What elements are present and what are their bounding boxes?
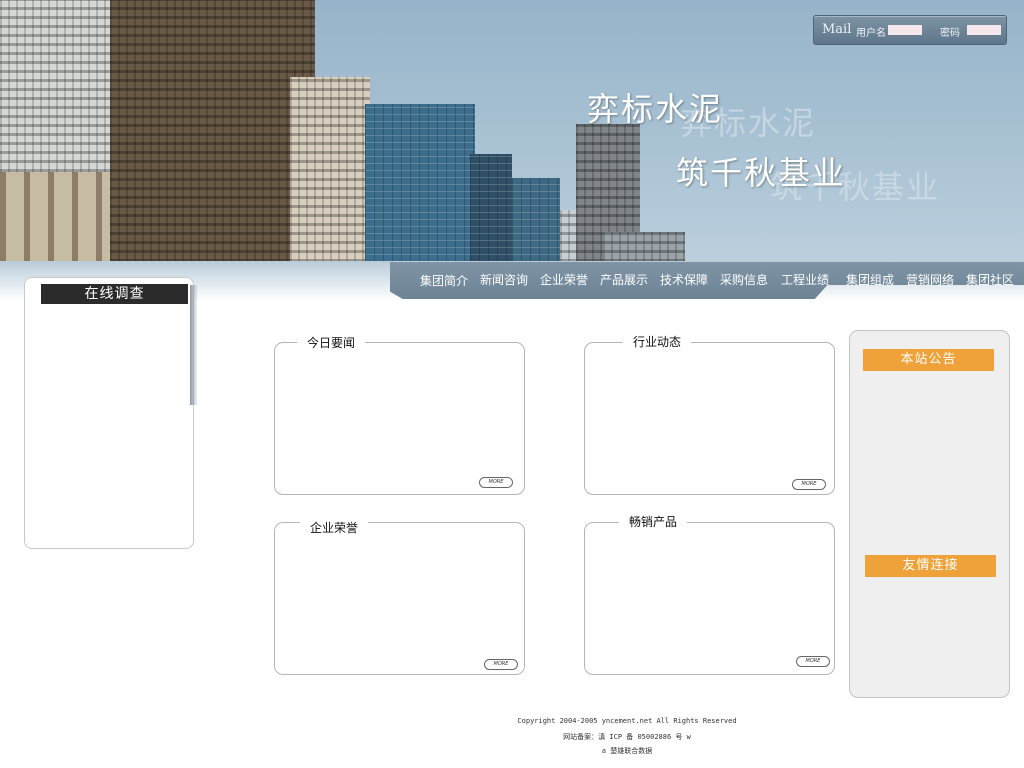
survey-panel <box>24 277 194 549</box>
box-title: 今日要闻 <box>297 334 366 351</box>
building-illustration <box>110 0 315 262</box>
nav-item-honors[interactable]: 企业荣誉 <box>540 271 588 288</box>
building-illustration <box>290 77 370 262</box>
building-illustration <box>512 178 560 262</box>
footer-provider: a 楚雄联合数据 <box>601 747 653 755</box>
bestseller-box <box>584 522 835 675</box>
nav-item-projects[interactable]: 工程业绩 <box>781 271 829 288</box>
nav-item-community[interactable]: 集团社区 <box>966 271 1014 288</box>
footer-copyright: Copyright 2004-2005 yncement.net All Rig… <box>517 717 737 725</box>
friend-links-title: 友情连接 <box>865 555 996 577</box>
industry-news-box <box>584 342 835 495</box>
more-button[interactable]: MORE <box>479 477 513 488</box>
nav-item-sales-network[interactable]: 营销网络 <box>906 271 954 288</box>
nav-item-group-members[interactable]: 集团组成 <box>846 271 894 288</box>
nav-item-products[interactable]: 产品展示 <box>600 271 648 288</box>
nav-item-tech-support[interactable]: 技术保障 <box>660 271 708 288</box>
banner-slogan-line1: 弈标水泥 <box>587 90 724 128</box>
mail-login-box: Mail 用户名 密码 <box>813 15 1007 45</box>
header-banner: 弈标水泥 弈标水泥 筑千秋基业 筑千秋基业 Mail 用户名 密码 <box>0 0 1024 262</box>
username-input[interactable] <box>888 25 922 35</box>
survey-title: 在线调查 <box>41 284 188 304</box>
more-button[interactable]: MORE <box>484 659 518 670</box>
banner-slogan-line2: 筑千秋基业 <box>676 154 847 192</box>
footer-icp: 网站备案：滇 ICP 备 05002886 号 w <box>563 733 691 741</box>
panel-shadow <box>190 285 198 405</box>
password-input[interactable] <box>967 25 1001 35</box>
notice-title: 本站公告 <box>863 349 994 371</box>
right-sidebar-panel <box>849 330 1010 698</box>
box-title: 行业动态 <box>623 333 692 350</box>
box-title: 企业荣誉 <box>300 519 369 536</box>
more-button[interactable]: MORE <box>796 656 830 667</box>
nav-item-procurement[interactable]: 采购信息 <box>720 271 768 288</box>
password-label: 密码 <box>940 28 960 39</box>
username-label: 用户名 <box>856 28 886 39</box>
nav-item-group-intro[interactable]: 集团简介 <box>420 272 468 289</box>
mail-label: Mail <box>822 22 852 37</box>
today-news-box <box>274 342 525 495</box>
building-illustration <box>365 104 475 262</box>
box-title: 畅销产品 <box>619 513 688 530</box>
more-button[interactable]: MORE <box>792 479 826 490</box>
building-illustration <box>470 154 512 262</box>
nav-item-news[interactable]: 新闻咨询 <box>480 271 528 288</box>
building-illustration <box>603 232 685 262</box>
company-honors-box <box>274 522 525 675</box>
